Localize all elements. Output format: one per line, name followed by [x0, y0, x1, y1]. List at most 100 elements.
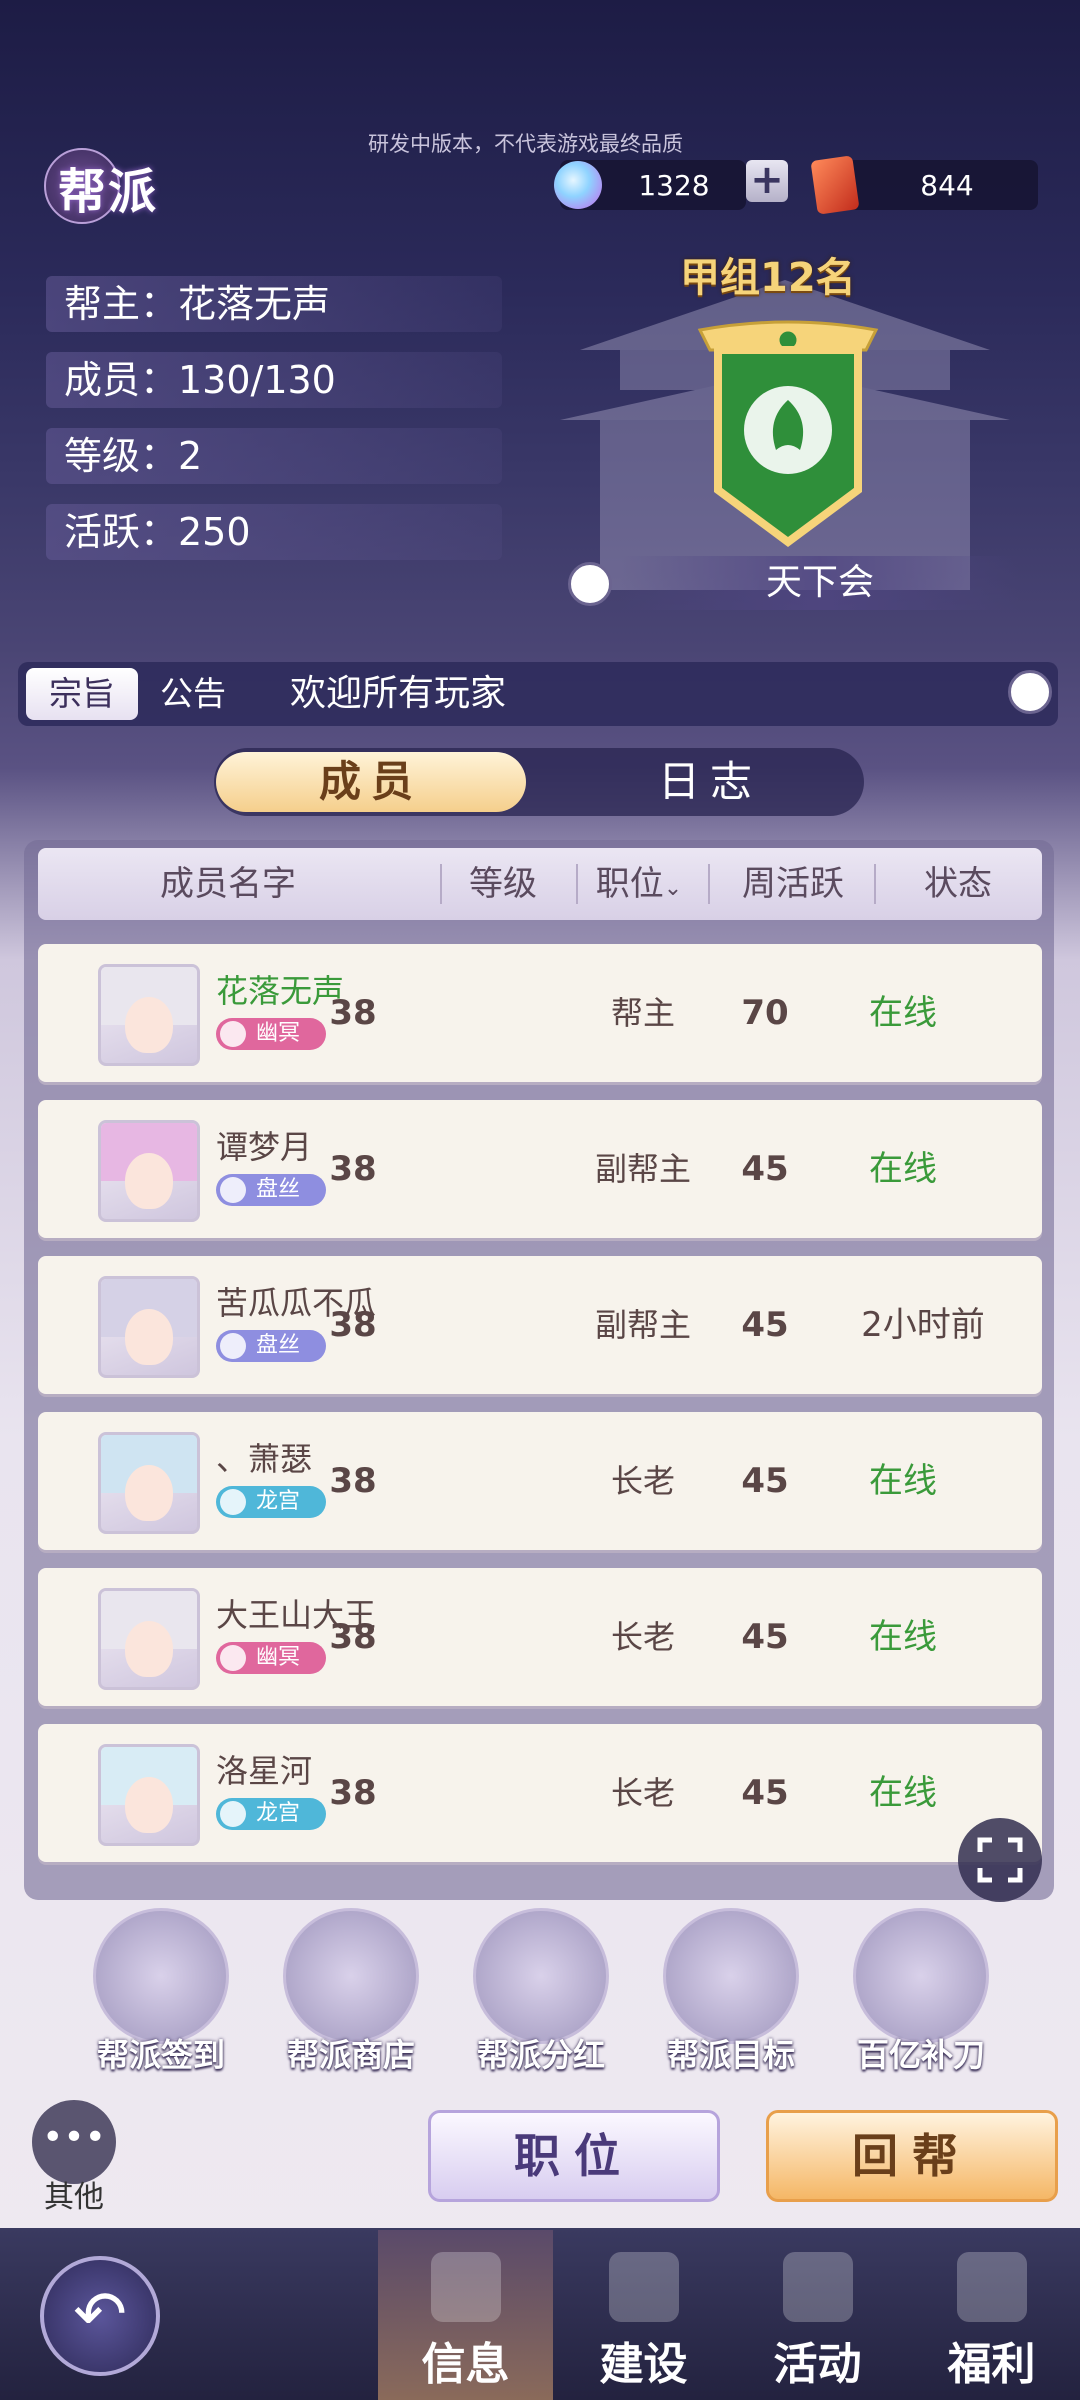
- member-weekly-activity: 70: [741, 993, 789, 1033]
- position-button[interactable]: 职位: [428, 2110, 720, 2202]
- sect-icon: [220, 1021, 246, 1047]
- sect-icon: [220, 1489, 246, 1515]
- member-position: 长老: [610, 1618, 675, 1656]
- level-info: 等级：2: [46, 428, 502, 484]
- nav-tab-welfare-label: 福利: [947, 2339, 1036, 2390]
- nav-tab-activity-label: 活动: [773, 2339, 862, 2390]
- guild-shop-label: 帮派商店: [286, 2036, 415, 2074]
- last-hit-button[interactable]: 百亿补刀: [836, 1908, 1006, 2076]
- info-icon: [430, 2252, 501, 2322]
- money-bag-icon: [473, 1908, 609, 2044]
- member-level: 38: [329, 993, 377, 1033]
- more-dots-icon: •••: [42, 2117, 106, 2158]
- back-arrow-icon[interactable]: ↶: [40, 2256, 160, 2376]
- member-count-info: 成员：130/130: [46, 352, 502, 408]
- last-hit-label: 百亿补刀: [856, 2036, 985, 2074]
- sect-icon: [220, 1645, 246, 1671]
- jade-amount: 1328: [638, 168, 710, 202]
- avatar: [98, 1432, 200, 1534]
- member-row[interactable]: 洛星河 龙宫 38 长老 45 在线: [38, 1724, 1042, 1862]
- nav-tab-info[interactable]: 信息: [378, 2230, 553, 2400]
- member-row[interactable]: 、萧瑟 龙宫 38 长老 45 在线: [38, 1412, 1042, 1550]
- header-level: 等级: [469, 864, 537, 904]
- guild-rank: 甲组12名: [680, 255, 856, 301]
- header-position-label: 职位: [595, 864, 664, 904]
- avatar: [98, 1588, 200, 1690]
- book-icon: [810, 155, 860, 215]
- avatar: [98, 1120, 200, 1222]
- guild-name: 天下会: [620, 556, 1020, 610]
- avatar: [98, 1276, 200, 1378]
- activity-icon: [782, 2252, 853, 2322]
- guild-checkin-label: 帮派签到: [96, 2036, 225, 2074]
- calendar-check-icon: [93, 1908, 229, 2044]
- sect-icon: [220, 1801, 246, 1827]
- guild-shop-button[interactable]: 帮派商店: [266, 1908, 436, 2076]
- currency-jade: 1328: [554, 160, 746, 210]
- member-position: 长老: [610, 1774, 675, 1812]
- nav-tab-welfare[interactable]: 福利: [904, 2230, 1079, 2400]
- guild-dividend-button[interactable]: 帮派分红: [456, 1908, 626, 2076]
- expand-icon[interactable]: [958, 1818, 1042, 1902]
- sect-icon: [220, 1177, 246, 1203]
- edit-guild-name-icon[interactable]: [568, 562, 612, 606]
- currency-book: 844: [810, 155, 1038, 215]
- guild-banner[interactable]: [690, 320, 886, 550]
- avatar: [98, 964, 200, 1066]
- jade-icon: [554, 161, 602, 209]
- member-weekly-activity: 45: [741, 1149, 789, 1189]
- treasure-chest-icon: [283, 1908, 419, 2044]
- table-header: 成员名字 等级 职位⌄ 周活跃 状态: [38, 848, 1042, 920]
- member-weekly-activity: 45: [741, 1305, 789, 1345]
- member-status: 在线: [869, 993, 937, 1033]
- member-row[interactable]: 大王山大王 幽冥 38 长老 45 在线: [38, 1568, 1042, 1706]
- activity-info: 活跃：250: [46, 504, 502, 560]
- member-position: 副帮主: [594, 1150, 691, 1188]
- member-status: 在线: [869, 1149, 937, 1189]
- member-weekly-activity: 45: [741, 1461, 789, 1501]
- member-row[interactable]: 花落无声 幽冥 38 帮主 70 在线: [38, 944, 1042, 1082]
- leader-info: 帮主：花落无声: [46, 276, 502, 332]
- header-weekly-activity: 周活跃: [742, 864, 844, 904]
- avatar: [98, 1744, 200, 1846]
- header-position[interactable]: 职位⌄: [584, 848, 694, 925]
- member-status: 在线: [869, 1773, 937, 1813]
- edit-purpose-icon[interactable]: [1008, 670, 1052, 714]
- guild-checkin-button[interactable]: 帮派签到: [76, 1908, 246, 2076]
- member-position: 帮主: [610, 994, 675, 1032]
- member-row[interactable]: 苦瓜瓜不瓜 盘丝 38 副帮主 45 2小时前: [38, 1256, 1042, 1394]
- nav-tab-build[interactable]: 建设: [556, 2230, 731, 2400]
- sort-chevron-icon: ⌄: [663, 876, 683, 901]
- book-amount: 844: [920, 168, 974, 202]
- header-divider: [874, 864, 876, 904]
- header-name: 成员名字: [160, 864, 296, 904]
- member-status: 2小时前: [861, 1305, 985, 1345]
- member-level: 38: [329, 1617, 377, 1657]
- member-level: 38: [329, 1461, 377, 1501]
- member-row[interactable]: 谭梦月 盘丝 38 副帮主 45 在线: [38, 1100, 1042, 1238]
- member-level: 38: [329, 1773, 377, 1813]
- return-to-guild-button[interactable]: 回帮: [766, 2110, 1058, 2202]
- tab-members[interactable]: 成员: [216, 752, 526, 812]
- tab-notice[interactable]: 公告: [140, 668, 246, 720]
- guild-title-text: 帮派: [58, 164, 159, 220]
- nav-tab-activity[interactable]: 活动: [730, 2230, 905, 2400]
- scroll-icon: [663, 1908, 799, 2044]
- guild-goal-button[interactable]: 帮派目标: [646, 1908, 816, 2076]
- guild-title: 帮派: [44, 140, 184, 224]
- guild-goal-label: 帮派目标: [666, 2036, 795, 2074]
- tab-log[interactable]: 日志: [560, 752, 860, 812]
- dev-version-notice: 研发中版本，不代表游戏最终品质: [368, 132, 683, 156]
- member-status: 在线: [869, 1461, 937, 1501]
- member-level: 38: [329, 1305, 377, 1345]
- add-currency-button[interactable]: +: [746, 160, 788, 202]
- tab-purpose[interactable]: 宗旨: [26, 668, 138, 720]
- member-position: 长老: [610, 1462, 675, 1500]
- other-label: 其他: [44, 2180, 104, 2215]
- member-level: 38: [329, 1149, 377, 1189]
- nav-tab-info-label: 信息: [421, 2339, 510, 2390]
- member-position: 副帮主: [594, 1306, 691, 1344]
- header-divider: [440, 864, 442, 904]
- building-icon: [608, 2252, 679, 2322]
- member-weekly-activity: 45: [741, 1617, 789, 1657]
